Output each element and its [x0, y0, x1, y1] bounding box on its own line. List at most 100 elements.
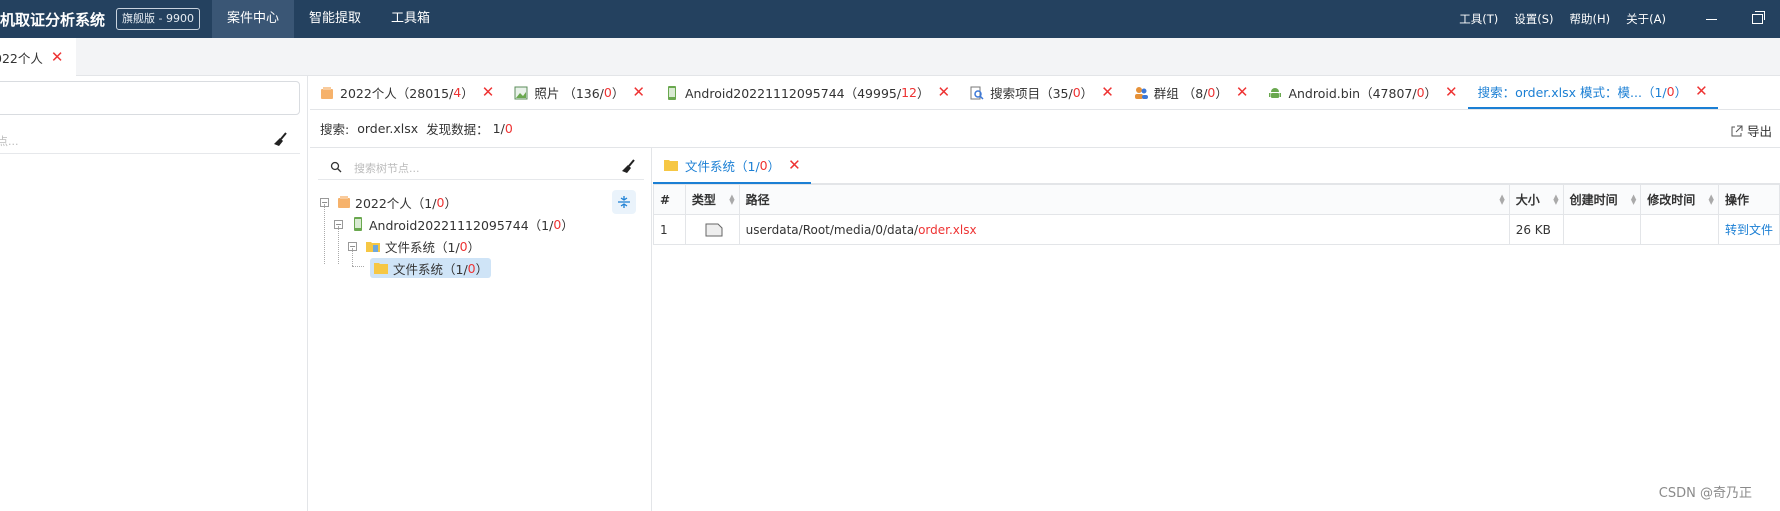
app-title: 机取证分析系统: [0, 11, 106, 29]
export-button[interactable]: 导出: [1731, 121, 1780, 140]
phone-icon: [667, 85, 676, 100]
row-created: [1562, 214, 1642, 245]
menu-case-center[interactable]: 案件中心: [212, 0, 295, 38]
folder-icon: [374, 263, 388, 274]
close-icon[interactable]: ✕: [1101, 85, 1114, 100]
case-tab-label: 022个人: [0, 50, 43, 66]
results-pane: 文件系统（1/0） ✕ # 类型 ▲ ▼ 路径 ▲ ▼ 大小 ▲ ▼ 创建时间 ▲ ▼ 修改时间…: [653, 148, 1780, 511]
clear-brush-icon[interactable]: [620, 159, 636, 175]
tab-case[interactable]: 2022个人（28015/4） ✕: [310, 76, 504, 109]
close-icon[interactable]: ✕: [482, 85, 495, 100]
col-action: 操作: [1717, 184, 1780, 215]
menu-settings[interactable]: 设置(S): [1506, 11, 1561, 27]
tree-node-device[interactable]: − Android20221112095744（1/0）: [334, 214, 574, 234]
col-modified[interactable]: 修改时间 ▲ ▼: [1640, 184, 1719, 215]
row-path: userdata/Root/media/0/data/order.xlsx: [738, 214, 1510, 245]
row-index: 1: [653, 214, 686, 245]
folder-phone-icon: [366, 242, 380, 252]
minimize-icon: [1705, 18, 1717, 20]
found-value: 1/: [492, 121, 505, 136]
col-type[interactable]: 类型 ▲ ▼: [684, 184, 740, 215]
search-icon: [330, 161, 342, 173]
tree-connector: [324, 204, 325, 264]
restore-icon: [1751, 11, 1765, 24]
row-modified: [1640, 214, 1719, 245]
tab-android-bin[interactable]: Android.bin（47807/0） ✕: [1258, 76, 1467, 109]
photo-icon: [514, 86, 528, 99]
results-tabs: 文件系统（1/0） ✕: [653, 148, 1780, 184]
tab-search-items[interactable]: 搜索项目（35/0） ✕: [960, 76, 1124, 109]
tree-pane: 搜索树节点... − 2022个人（1/0） − Android20221112…: [310, 148, 652, 511]
row-size: 26 KB: [1508, 214, 1564, 245]
title-bar: 机取证分析系统 旗舰版 - 9900 案件中心 智能提取 工具箱 工具(T) 设…: [0, 0, 1780, 38]
close-icon[interactable]: ✕: [51, 49, 64, 65]
case-tab-bar: 022个人 ✕: [0, 38, 1780, 76]
close-icon[interactable]: ✕: [632, 85, 645, 100]
workspace-tabs: 2022个人（28015/4） ✕ 照片 （136/0） ✕ Android20…: [310, 76, 1780, 110]
tree-node-case[interactable]: − 2022个人（1/0）: [320, 192, 457, 212]
tab-android-device[interactable]: Android20221112095744（49995/12） ✕: [655, 76, 960, 109]
watermark: CSDN @奇乃正: [1658, 486, 1752, 501]
sort-icon: ▲ ▼: [1553, 193, 1559, 206]
close-icon[interactable]: ✕: [1445, 85, 1458, 100]
collapse-toggle-icon[interactable]: −: [320, 197, 329, 207]
tab-filesystem[interactable]: 文件系统（1/0） ✕: [653, 148, 811, 184]
left-pane: 点...: [0, 76, 308, 511]
tab-groups[interactable]: 群组 （8/0） ✕: [1124, 76, 1259, 109]
close-icon[interactable]: ✕: [938, 85, 951, 100]
android-icon: [1269, 87, 1282, 98]
collapse-icon: [618, 196, 630, 208]
close-icon[interactable]: ✕: [1695, 84, 1708, 99]
close-icon[interactable]: ✕: [1236, 85, 1249, 100]
tree-connector: [352, 266, 364, 267]
search-info-bar: 搜索: order.xlsx 发现数据： 1/0 导出: [310, 110, 1780, 148]
filter-placeholder: 点...: [0, 135, 19, 148]
search-label: 搜索:: [320, 122, 350, 137]
tree-search-input[interactable]: 搜索树节点...: [318, 154, 644, 180]
search-doc-icon: [970, 86, 984, 100]
sort-icon: ▲ ▼: [1630, 193, 1637, 206]
col-size[interactable]: 大小 ▲ ▼: [1508, 184, 1564, 215]
phone-icon: [354, 217, 362, 231]
folder-icon: [664, 160, 678, 171]
case-icon: [321, 86, 333, 99]
row-type: [684, 214, 740, 245]
case-filter[interactable]: 点...: [0, 128, 300, 154]
menu-about[interactable]: 关于(A): [1618, 11, 1674, 27]
tree-node-filesystem[interactable]: − 文件系统（1/0）: [348, 236, 480, 256]
workspace: 2022个人（28015/4） ✕ 照片 （136/0） ✕ Android20…: [310, 76, 1780, 511]
col-created[interactable]: 创建时间 ▲ ▼: [1562, 184, 1642, 215]
tab-photos[interactable]: 照片 （136/0） ✕: [504, 76, 655, 109]
goto-file-link[interactable]: 转到文件: [1717, 214, 1780, 245]
close-icon[interactable]: ✕: [788, 157, 801, 173]
case-search-input[interactable]: [0, 81, 300, 115]
sort-icon: ▲ ▼: [1499, 193, 1505, 206]
maximize-button[interactable]: [1734, 0, 1780, 38]
collapse-all-button[interactable]: [612, 190, 636, 214]
col-path[interactable]: 路径 ▲ ▼: [738, 184, 1510, 215]
menu-toolbox[interactable]: 工具箱: [376, 0, 445, 38]
menu-smart-extract[interactable]: 智能提取: [294, 0, 376, 38]
search-value: order.xlsx: [357, 121, 419, 136]
edition-badge: 旗舰版 - 9900: [116, 8, 200, 30]
table-row[interactable]: 1 userdata/Root/media/0/data/order.xlsx …: [653, 214, 1780, 245]
results-table: # 类型 ▲ ▼ 路径 ▲ ▼ 大小 ▲ ▼ 创建时间 ▲ ▼ 修改时间 ▲ ▼ 操作 1 user…: [653, 184, 1780, 245]
tree-node-filesystem-selected[interactable]: 文件系统（1/0）: [370, 258, 492, 278]
top-menu: 案件中心 智能提取 工具箱: [212, 0, 445, 38]
found-label: 发现数据：: [426, 122, 489, 137]
minimize-button[interactable]: [1688, 0, 1734, 38]
menu-help[interactable]: 帮助(H): [1562, 11, 1619, 27]
collapse-toggle-icon[interactable]: −: [334, 219, 343, 229]
right-menu: 工具(T) 设置(S) 帮助(H) 关于(A): [1451, 0, 1780, 38]
sort-icon: ▲ ▼: [1708, 193, 1714, 206]
found-red: 0: [504, 121, 513, 136]
file-type-icon: [705, 223, 723, 236]
tab-search-result[interactable]: 搜索：order.xlsx 模式：模...（1/0） ✕: [1467, 76, 1718, 109]
collapse-toggle-icon[interactable]: −: [348, 241, 357, 251]
group-icon: [1134, 86, 1148, 99]
menu-tools[interactable]: 工具(T): [1451, 11, 1506, 27]
export-icon: [1731, 125, 1743, 136]
clear-brush-icon[interactable]: [272, 132, 288, 148]
case-tab[interactable]: 022个人 ✕: [0, 38, 76, 76]
sort-icon: ▲ ▼: [729, 193, 735, 206]
